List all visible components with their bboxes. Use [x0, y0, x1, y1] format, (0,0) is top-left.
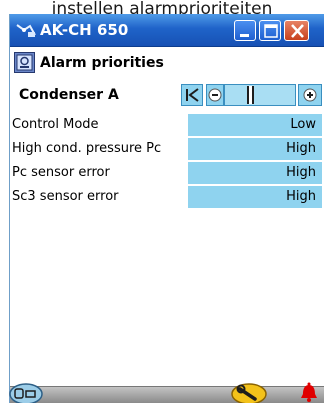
param-row-pc-sensor-error[interactable]: Pc sensor error High — [10, 162, 324, 185]
previous-icon — [208, 88, 222, 102]
param-value[interactable]: High — [188, 186, 322, 208]
param-value[interactable]: Low — [188, 114, 322, 136]
maximize-button[interactable] — [259, 20, 281, 41]
minimize-icon — [240, 34, 249, 37]
device-scrollbar[interactable] — [224, 84, 296, 106]
param-label: Control Mode — [12, 117, 99, 132]
param-label: Sc3 sensor error — [12, 189, 119, 204]
wrench-icon — [231, 383, 267, 403]
meter-icon — [16, 22, 36, 38]
controller-button[interactable] — [9, 381, 43, 403]
param-label: High cond. pressure Pc — [12, 141, 162, 156]
alarm-bell-icon — [301, 382, 317, 402]
next-device-button[interactable] — [298, 84, 322, 106]
param-value[interactable]: High — [188, 138, 322, 160]
previous-device-button[interactable] — [206, 84, 224, 106]
next-icon — [303, 88, 317, 102]
page-title: Alarm priorities — [40, 55, 164, 71]
alarm-button[interactable] — [300, 381, 318, 403]
param-row-sc3-sensor-error[interactable]: Sc3 sensor error High — [10, 186, 324, 209]
param-value[interactable]: High — [188, 162, 322, 184]
page-header: Alarm priorities — [10, 49, 324, 77]
app-window: AK-CH 650 Alarm priorities Condenser A C… — [9, 14, 324, 403]
param-row-high-cond-pressure[interactable]: High cond. pressure Pc High — [10, 138, 324, 161]
alarm-list-icon — [14, 52, 35, 73]
maximize-icon — [264, 24, 278, 38]
title-bar: AK-CH 650 — [10, 14, 324, 47]
param-label: Pc sensor error — [12, 165, 110, 180]
first-icon — [186, 88, 199, 102]
minimize-button[interactable] — [234, 20, 256, 41]
device-selector: Condenser A — [10, 82, 324, 109]
first-device-button[interactable] — [181, 84, 203, 106]
close-icon — [291, 24, 304, 38]
param-row-control-mode[interactable]: Control Mode Low — [10, 114, 324, 137]
device-name: Condenser A — [19, 87, 119, 103]
scrollbar-thumb[interactable] — [247, 86, 254, 104]
bottom-toolbar — [9, 382, 324, 403]
service-button[interactable] — [231, 381, 267, 403]
close-button[interactable] — [284, 20, 309, 41]
window-title: AK-CH 650 — [40, 21, 129, 39]
controller-icon — [9, 383, 43, 403]
